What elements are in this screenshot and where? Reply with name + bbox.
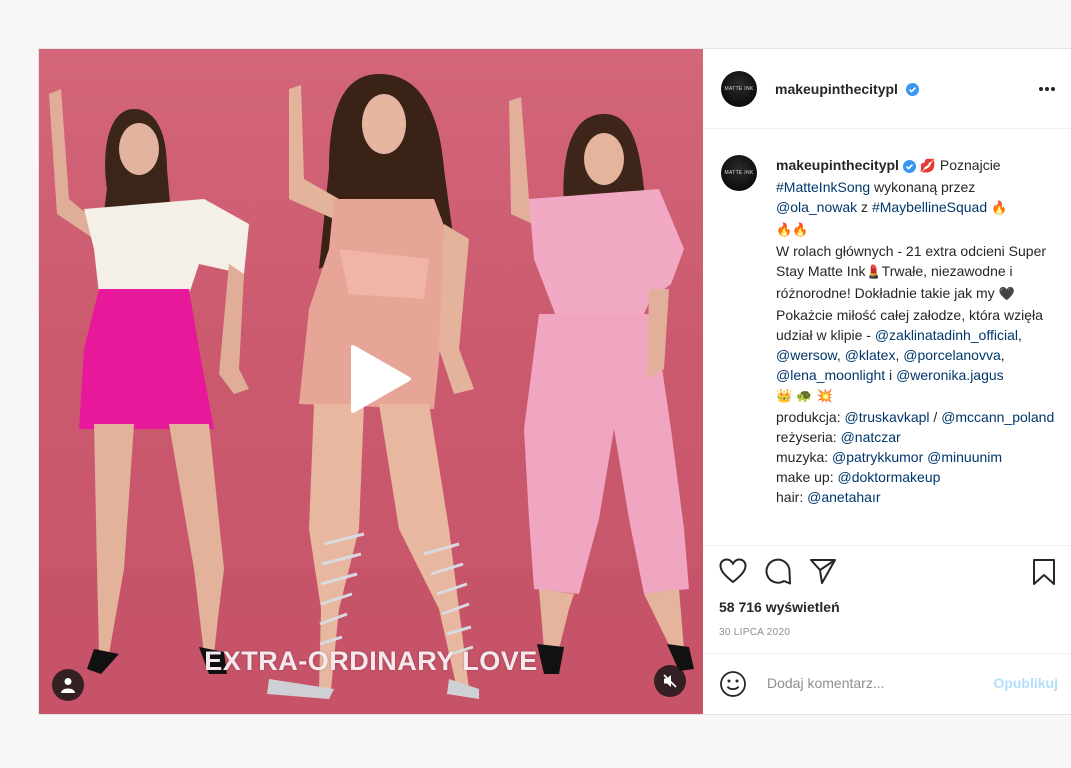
fire-emoji: 🔥🔥 [776, 223, 809, 238]
more-options-button[interactable] [1038, 79, 1056, 97]
black-heart-emoji: 🖤 [998, 287, 1015, 302]
emoji-row: 👑 🐢 💥 [776, 389, 833, 404]
view-count[interactable]: 58 716 wyświetleń [719, 599, 840, 615]
caption-text: i [885, 367, 897, 383]
lips-emoji: 💋 [919, 159, 936, 174]
hashtag-link[interactable]: #MatteInkSong [776, 179, 870, 195]
video-overlay-text: EXTRA-ORDINARY LOVE [204, 646, 538, 676]
mention-link[interactable]: @porcelanovva [903, 347, 1001, 363]
caption-text: Poznajcie [936, 157, 1001, 173]
fire-emoji: 🔥 [991, 201, 1008, 216]
verified-badge-icon [902, 159, 916, 173]
bookmark-icon [1033, 559, 1055, 585]
more-options-icon [1039, 87, 1055, 91]
mention-link[interactable]: @klatex [845, 347, 896, 363]
share-button[interactable] [809, 558, 837, 589]
caption-author-username[interactable]: makeupinthecitypl [776, 157, 899, 173]
mention-link[interactable]: @lena_moonlight [776, 367, 885, 383]
action-bar [703, 546, 1071, 596]
caption-text: wykonaną przez [870, 179, 976, 195]
heart-icon [719, 558, 747, 584]
author-avatar[interactable]: MATTE INK [721, 71, 757, 107]
mention-link[interactable]: @patrykkumor [832, 449, 923, 465]
caption-scroll-area[interactable]: MATTE INK makeupinthecitypl 💋 Poznajcie … [703, 129, 1071, 546]
play-icon [351, 345, 411, 413]
speaker-muted-icon [663, 674, 677, 688]
caption-text: reżyseria: [776, 429, 841, 445]
mention-link[interactable]: @anetahaır [807, 489, 880, 505]
post-header: MATTE INK makeupinthecitypl [703, 49, 1071, 129]
instagram-post: EXTRA-ORDINARY LOVE MATTE INK makeupinth… [38, 48, 1071, 715]
author-block: makeupinthecitypl [775, 81, 920, 99]
post-caption: makeupinthecitypl 💋 Poznajcie #MatteInkS… [776, 157, 1055, 505]
verified-badge-icon [906, 83, 920, 97]
mention-link[interactable]: @mccann_poland [941, 409, 1054, 425]
publish-button[interactable]: Opublikuj [993, 675, 1058, 691]
user-tag-icon [61, 678, 75, 693]
mention-link[interactable]: @minuunim [927, 449, 1002, 465]
mention-link[interactable]: @truskavkapl [844, 409, 929, 425]
caption-avatar-logo-text: MATTE INK [724, 170, 754, 176]
comment-button[interactable] [764, 558, 792, 590]
comment-input[interactable] [765, 674, 969, 692]
mention-link[interactable]: @ola_nowak [776, 199, 857, 215]
paper-plane-icon [810, 559, 836, 584]
smiley-icon [720, 671, 746, 697]
comment-bubble-icon [765, 558, 791, 585]
caption-text: hair: [776, 489, 808, 505]
post-date[interactable]: 30 LIPCA 2020 [719, 627, 790, 638]
emoji-picker-button[interactable] [719, 670, 747, 703]
user-tag-button[interactable] [52, 669, 84, 701]
mention-link[interactable]: @natczar [841, 429, 901, 445]
hashtag-link[interactable]: #MaybellineSquad [872, 199, 987, 215]
caption-text: / [929, 409, 942, 425]
like-button[interactable] [719, 558, 747, 589]
caption-text: produkcja: [776, 409, 845, 425]
mention-link[interactable]: @wersow [776, 347, 837, 363]
mention-link[interactable]: @doktormakeup [837, 469, 940, 485]
add-comment-bar: Opublikuj [703, 653, 1071, 715]
lipstick-emoji: 💄 [865, 265, 882, 280]
caption-text: make up: [776, 469, 838, 485]
play-button[interactable] [339, 339, 419, 419]
save-button[interactable] [1032, 558, 1056, 591]
post-sidebar: MATTE INK makeupinthecitypl MATTE INK ma… [703, 49, 1071, 714]
avatar-logo-text: MATTE INK [724, 86, 754, 92]
author-username[interactable]: makeupinthecitypl [775, 81, 898, 97]
post-video[interactable]: EXTRA-ORDINARY LOVE [39, 49, 703, 714]
mention-link[interactable]: @zaklinatadinh_official [875, 327, 1018, 343]
caption-author-avatar[interactable]: MATTE INK [721, 155, 757, 191]
mention-link[interactable]: @weronika.jagus [896, 367, 1004, 383]
caption-text: z [857, 199, 872, 215]
mute-button[interactable] [654, 665, 686, 697]
caption-text: muzyka: [776, 449, 833, 465]
